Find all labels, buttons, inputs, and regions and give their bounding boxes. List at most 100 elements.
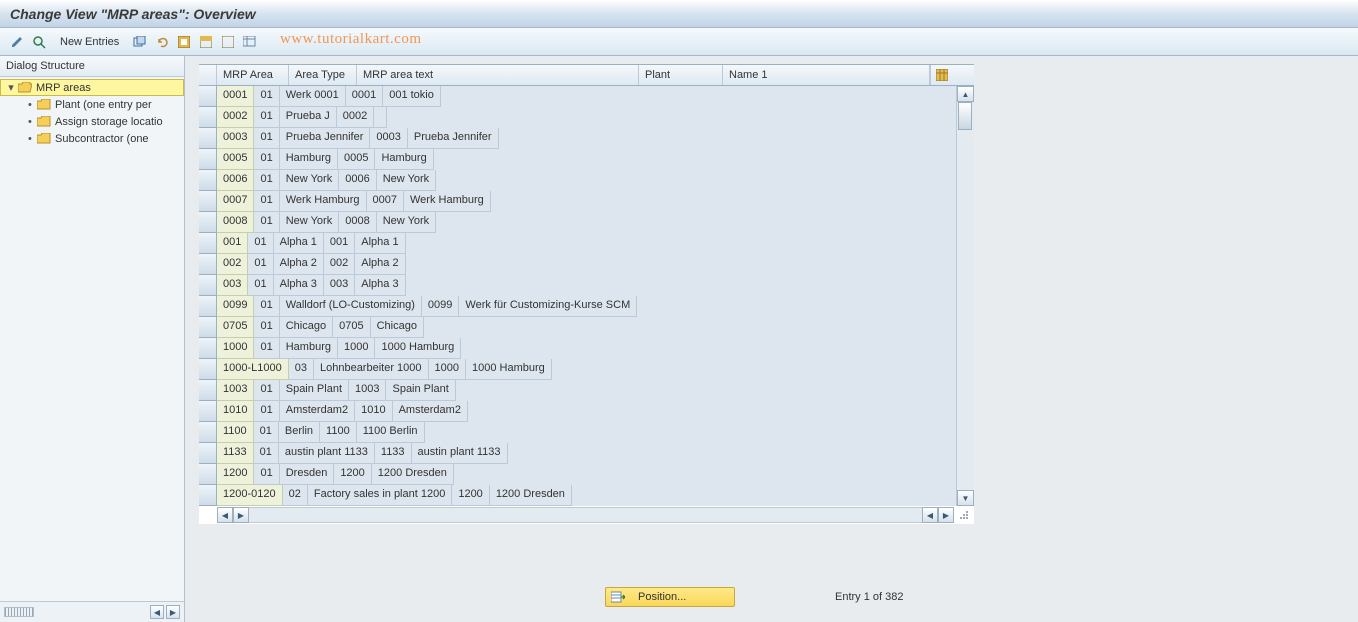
row-selector[interactable]: [199, 191, 217, 212]
cell-name1[interactable]: New York: [377, 170, 436, 191]
row-selector[interactable]: [199, 296, 217, 317]
cell-mrp-area-text[interactable]: Prueba J: [280, 107, 337, 128]
cell-mrp-area-text[interactable]: New York: [280, 170, 339, 191]
undo-change-icon[interactable]: [153, 33, 171, 51]
cell-area-type[interactable]: 01: [254, 422, 279, 443]
tree-node-assign-storage[interactable]: • Assign storage locatio: [0, 113, 184, 130]
cell-area-type[interactable]: 01: [248, 275, 273, 296]
cell-area-type[interactable]: 01: [254, 443, 279, 464]
cell-mrp-area[interactable]: 0006: [217, 170, 254, 191]
row-selector[interactable]: [199, 464, 217, 485]
deselect-all-icon[interactable]: [219, 33, 237, 51]
row-selector[interactable]: [199, 443, 217, 464]
cell-mrp-area-text[interactable]: Walldorf (LO-Customizing): [280, 296, 422, 317]
cell-area-type[interactable]: 02: [283, 485, 308, 506]
cell-mrp-area[interactable]: 003: [217, 275, 248, 296]
cell-mrp-area-text[interactable]: Alpha 1: [274, 233, 324, 254]
cell-name1[interactable]: Spain Plant: [386, 380, 455, 401]
cell-plant[interactable]: 0001: [346, 86, 383, 107]
cell-mrp-area[interactable]: 1133: [217, 443, 254, 464]
cell-mrp-area-text[interactable]: Amsterdam2: [280, 401, 355, 422]
cell-mrp-area[interactable]: 1000: [217, 338, 254, 359]
scroll-right2-icon[interactable]: ▶: [938, 507, 954, 523]
position-button[interactable]: Position...: [605, 587, 735, 607]
cell-mrp-area-text[interactable]: New York: [280, 212, 339, 233]
table-resize-grip-icon[interactable]: [954, 507, 974, 523]
scroll-down-icon[interactable]: ▼: [957, 490, 974, 506]
cell-plant[interactable]: 0008: [339, 212, 376, 233]
toggle-display-change-icon[interactable]: [8, 33, 26, 51]
cell-name1[interactable]: 1000 Hamburg: [466, 359, 552, 380]
cell-mrp-area-text[interactable]: Hamburg: [280, 149, 338, 170]
tree-collapse-icon[interactable]: ▾: [5, 81, 17, 94]
cell-area-type[interactable]: 01: [254, 317, 279, 338]
cell-mrp-area-text[interactable]: Hamburg: [280, 338, 338, 359]
cell-plant[interactable]: 0002: [337, 107, 374, 128]
scroll-right-icon[interactable]: ▶: [233, 507, 249, 523]
vscroll-track[interactable]: [957, 102, 974, 490]
cell-mrp-area[interactable]: 0099: [217, 296, 254, 317]
cell-plant[interactable]: 001: [324, 233, 355, 254]
cell-mrp-area-text[interactable]: Berlin: [279, 422, 320, 443]
cell-mrp-area[interactable]: 0007: [217, 191, 254, 212]
cell-mrp-area[interactable]: 1000-L1000: [217, 359, 289, 380]
cell-name1[interactable]: Alpha 1: [355, 233, 405, 254]
row-selector[interactable]: [199, 170, 217, 191]
cell-plant[interactable]: 1003: [349, 380, 386, 401]
vscroll-thumb[interactable]: [958, 102, 972, 130]
table-settings-icon[interactable]: [241, 33, 259, 51]
cell-area-type[interactable]: 01: [248, 233, 273, 254]
cell-plant[interactable]: 003: [324, 275, 355, 296]
cell-plant[interactable]: 0007: [367, 191, 404, 212]
cell-name1[interactable]: Prueba Jennifer: [408, 128, 499, 149]
cell-mrp-area-text[interactable]: Lohnbearbeiter 1000: [314, 359, 429, 380]
row-selector[interactable]: [199, 233, 217, 254]
cell-name1[interactable]: 1000 Hamburg: [375, 338, 461, 359]
cell-mrp-area[interactable]: 0002: [217, 107, 254, 128]
cell-area-type[interactable]: 01: [254, 401, 279, 422]
find-icon[interactable]: [30, 33, 48, 51]
select-block-icon[interactable]: [197, 33, 215, 51]
row-selector[interactable]: [199, 254, 217, 275]
cell-name1[interactable]: Werk für Customizing-Kurse SCM: [459, 296, 637, 317]
cell-mrp-area-text[interactable]: Werk Hamburg: [280, 191, 367, 212]
scroll-left2-icon[interactable]: ◀: [922, 507, 938, 523]
cell-mrp-area-text[interactable]: Dresden: [280, 464, 335, 485]
row-selector-header[interactable]: [199, 65, 217, 85]
cell-mrp-area[interactable]: 0705: [217, 317, 254, 338]
column-header-mrp-area[interactable]: MRP Area: [217, 65, 289, 85]
tree-node-plant[interactable]: • Plant (one entry per: [0, 96, 184, 113]
scroll-left-icon[interactable]: ◀: [217, 507, 233, 523]
cell-name1[interactable]: 1100 Berlin: [357, 422, 425, 443]
cell-area-type[interactable]: 01: [248, 254, 273, 275]
row-selector[interactable]: [199, 86, 217, 107]
row-selector[interactable]: [199, 275, 217, 296]
cell-name1[interactable]: 1200 Dresden: [372, 464, 454, 485]
cell-area-type[interactable]: 01: [254, 212, 279, 233]
cell-mrp-area[interactable]: 1003: [217, 380, 254, 401]
row-selector[interactable]: [199, 128, 217, 149]
sidebar-scroll-left-icon[interactable]: ◀: [150, 605, 164, 619]
cell-plant[interactable]: 1000: [429, 359, 466, 380]
cell-plant[interactable]: 1200: [452, 485, 489, 506]
cell-plant[interactable]: 0003: [370, 128, 407, 149]
cell-mrp-area-text[interactable]: Chicago: [280, 317, 333, 338]
cell-name1[interactable]: Amsterdam2: [393, 401, 468, 422]
cell-area-type[interactable]: 01: [254, 464, 279, 485]
sidebar-scroll-right-icon[interactable]: ▶: [166, 605, 180, 619]
cell-area-type[interactable]: 01: [254, 86, 279, 107]
cell-mrp-area-text[interactable]: Spain Plant: [280, 380, 349, 401]
cell-area-type[interactable]: 01: [254, 296, 279, 317]
tree-node-mrp-areas[interactable]: ▾ MRP areas: [0, 79, 184, 96]
copy-as-icon[interactable]: [131, 33, 149, 51]
row-selector[interactable]: [199, 359, 217, 380]
cell-mrp-area[interactable]: 0003: [217, 128, 254, 149]
row-selector[interactable]: [199, 485, 217, 506]
cell-plant[interactable]: 0099: [422, 296, 459, 317]
row-selector[interactable]: [199, 422, 217, 443]
cell-area-type[interactable]: 01: [254, 191, 279, 212]
row-selector[interactable]: [199, 212, 217, 233]
column-header-area-type[interactable]: Area Type: [289, 65, 357, 85]
cell-plant[interactable]: 0005: [338, 149, 375, 170]
cell-mrp-area[interactable]: 1200: [217, 464, 254, 485]
